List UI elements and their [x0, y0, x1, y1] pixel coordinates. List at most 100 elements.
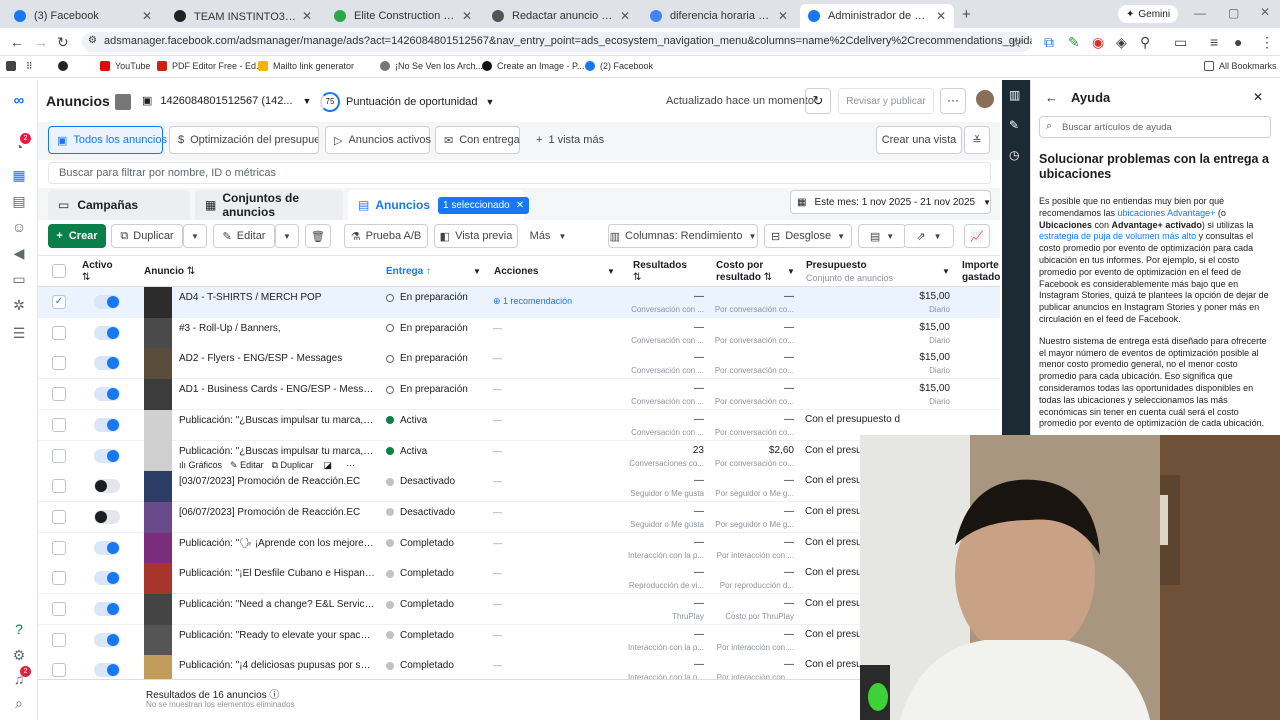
browser-tab[interactable]: Redactar anuncio tarjetas✕ [484, 4, 638, 28]
browser-tab[interactable]: (3) Facebook ✕ [6, 4, 160, 28]
row-checkbox[interactable] [52, 540, 66, 555]
all-bookmarks[interactable]: All Bookmarks [1204, 61, 1277, 71]
duplicate-dropdown[interactable]: ▼ [183, 224, 207, 248]
ad-name-link[interactable]: AD2 - Flyers - ENG/ESP - Messages [179, 353, 375, 364]
ad-thumbnail[interactable] [144, 287, 172, 318]
github-icon[interactable] [58, 61, 73, 71]
translate-icon[interactable]: ⧉ [1044, 34, 1054, 51]
bookmark-mailto[interactable]: Mailto link generator [258, 61, 354, 71]
tab-close-icon[interactable]: ✕ [302, 9, 312, 23]
recommendation-link[interactable]: ⊕ 1 recomendación [493, 296, 572, 307]
ad-thumbnail[interactable] [144, 471, 172, 503]
export-button[interactable]: ⇗ ▼ [904, 224, 954, 248]
columns-button[interactable]: ▥ Columnas: Rendimiento ▼ [608, 224, 758, 248]
ad-thumbnail[interactable] [144, 409, 172, 441]
ad-name-link[interactable]: Publicación: "¡4 deliciosas pupusas por … [179, 660, 375, 671]
ad-thumbnail[interactable] [144, 440, 172, 472]
filter-settings-button[interactable]: ≚ [964, 126, 990, 154]
table-row[interactable]: #3 - Roll-Up / Banners, En preparación — — C… [38, 317, 1000, 349]
history-icon[interactable]: ◷ [1009, 148, 1019, 162]
browser-tab[interactable]: Elite Construction & Cleaning |✕ [326, 4, 480, 28]
ad-thumbnail[interactable] [144, 563, 172, 595]
ad-thumbnail[interactable] [144, 532, 172, 564]
back-icon[interactable]: ← [10, 34, 24, 50]
ad-thumbnail[interactable] [144, 379, 172, 411]
puzzle-icon[interactable]: ⚲ [1140, 34, 1150, 51]
profile-avatar[interactable] [974, 88, 996, 110]
opportunity-score[interactable]: 75 Puntuación de oportunidad ▼ [320, 92, 494, 112]
ad-toggle[interactable] [94, 295, 120, 309]
all-tools-icon[interactable]: ☰ [10, 324, 28, 342]
table-row[interactable]: Publicación: "¿Buscas impulsar tu marca,… [38, 440, 1000, 472]
column-cost-per-result[interactable]: Costo por resultado ⇅ [716, 260, 772, 284]
ad-toggle[interactable] [94, 325, 120, 340]
chevron-down-icon[interactable]: ▼ [607, 267, 615, 276]
profile-icon[interactable]: ● [1234, 34, 1242, 50]
ad-thumbnail[interactable] [144, 624, 172, 656]
row-checkbox[interactable] [52, 632, 66, 647]
row-checkbox[interactable] [52, 663, 66, 678]
billing-icon[interactable]: ▭ [10, 270, 28, 288]
column-results[interactable]: Resultados ⇅ [633, 260, 687, 284]
tab-ads[interactable]: ▤ Anuncios 1 seleccionado ✕ [348, 190, 530, 220]
edit-icon[interactable]: ✎ [1009, 118, 1019, 132]
alerts-icon[interactable]: ♫ 2 [10, 666, 31, 688]
notifications-icon[interactable]: ◔ 2 [10, 133, 31, 156]
row-checkbox[interactable] [52, 509, 66, 524]
chevron-down-icon[interactable]: ▼ [473, 267, 481, 276]
ad-name-link[interactable]: Publicación: "¿Buscas impulsar tu marca,… [179, 415, 375, 426]
row-checkbox[interactable] [52, 448, 66, 463]
row-edit-link[interactable]: ✎ Editar [230, 460, 264, 470]
ad-thumbnail[interactable] [144, 348, 172, 380]
row-duplicate-link[interactable]: ⧉ Duplicar [272, 460, 314, 470]
extension-pen-icon[interactable]: ✎ [1068, 34, 1080, 51]
tab-adsets[interactable]: ▦ Conjuntos de anuncios [195, 190, 343, 220]
row-checkbox[interactable] [52, 356, 66, 371]
row-checkbox[interactable] [52, 325, 66, 340]
column-delivery[interactable]: Entrega ↑ [386, 266, 431, 278]
table-row[interactable]: AD1 - Business Cards - ENG/ESP - Messag.… [38, 379, 1000, 411]
column-budget[interactable]: Presupuesto Conjunto de anuncios [806, 260, 893, 285]
review-publish-button[interactable]: Revisar y publicar [838, 88, 934, 114]
date-range-picker[interactable]: ▦ Este mes: 1 nov 2025 - 21 nov 2025 ▼ [790, 190, 991, 214]
ad-toggle[interactable] [94, 479, 120, 494]
table-row[interactable]: ✓ AD4 - T-SHIRTS / MERCH POP En preparació… [38, 287, 1000, 318]
table-row[interactable]: Publicación: "¡El Desfile Cubano e Hispa… [38, 563, 1000, 595]
browser-tab[interactable]: Administrador de anuncios - Ad✕ [800, 4, 954, 28]
ad-name-link[interactable]: [03/07/2023] Promoción de Reacción.EC [179, 476, 375, 487]
ad-name-link[interactable]: Publicación: "Ready to elevate your spac… [179, 630, 375, 641]
ad-toggle[interactable] [94, 448, 120, 463]
select-all-checkbox[interactable] [52, 264, 66, 278]
edit-dropdown[interactable]: ▼ [275, 224, 299, 248]
help-link-bid-strategy[interactable]: estrategia de puja de volumen más alto [1039, 231, 1196, 241]
ad-name-link[interactable]: AD1 - Business Cards - ENG/ESP - Messag.… [179, 384, 375, 395]
opera-extension-icon[interactable]: ◉ [1092, 34, 1104, 51]
ad-toggle[interactable] [94, 387, 120, 402]
bookmark-pdf[interactable]: PDF Editor Free - Ed... [157, 61, 264, 71]
minimize-icon[interactable]: — [1194, 6, 1206, 20]
column-actions[interactable]: Acciones [494, 266, 538, 278]
help-search-input[interactable]: ⌕ Buscar artículos de ayuda [1039, 116, 1271, 138]
table-row[interactable]: [03/07/2023] Promoción de Reacción.EC Des… [38, 471, 1000, 503]
tab-close-icon[interactable]: ✕ [620, 9, 630, 23]
audience-network-icon[interactable]: ✲ [10, 296, 28, 314]
row-checkbox[interactable] [52, 387, 66, 402]
duplicate-button[interactable]: ⧉ Duplicar [111, 224, 183, 248]
reload-icon[interactable]: ↻ [57, 34, 69, 51]
apps-icon[interactable] [6, 61, 21, 71]
tab-close-icon[interactable]: ✕ [778, 9, 788, 23]
bookmark-youtube[interactable]: YouTube [100, 61, 150, 71]
chart-icon[interactable]: ▥ [1009, 88, 1020, 102]
table-row[interactable]: [06/07/2023] Promoción de Reacción.EC Des… [38, 501, 1000, 533]
view-active-ads[interactable]: ▷ Anuncios activos [325, 126, 431, 154]
refresh-button[interactable]: ↻ [805, 88, 831, 114]
help-back-icon[interactable]: ← [1045, 90, 1058, 105]
filter-search-input[interactable]: Buscar para filtrar por nombre, ID o mét… [48, 162, 991, 184]
ad-thumbnail[interactable] [144, 594, 172, 625]
table-row[interactable]: Publicación: "¿Buscas impulsar tu marca,… [38, 409, 1000, 441]
tab-close-icon[interactable]: ✕ [936, 9, 946, 23]
restore-icon[interactable]: ▢ [1228, 6, 1239, 20]
more-options-button[interactable]: ··· [940, 88, 966, 114]
campaign-megaphone-icon[interactable]: ◀ [10, 244, 28, 262]
ad-toggle[interactable] [94, 663, 120, 678]
